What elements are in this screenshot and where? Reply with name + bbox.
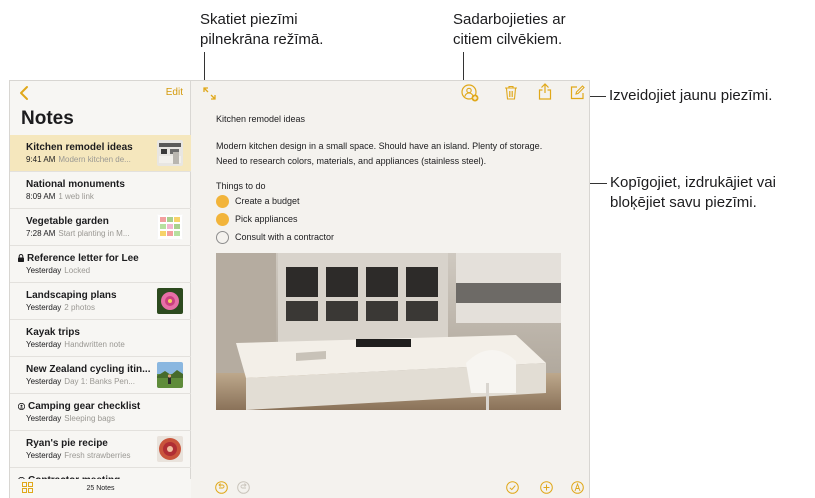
undo-icon[interactable] [215, 481, 228, 494]
note-title: New Zealand cycling itin... [26, 364, 151, 375]
note-title: Vegetable garden [26, 216, 109, 227]
checklist-heading: Things to do [216, 181, 266, 191]
callout-new-note: Izveidojiet jaunu piezīmi. [609, 87, 773, 104]
note-item-camping-gear[interactable]: Camping gear checklist Yesterday Sleeping… [10, 394, 191, 431]
pie-thumbnail [157, 436, 183, 462]
compose-new-note-icon[interactable] [570, 85, 585, 100]
note-meta: 8:09 AM 1 web link [26, 192, 94, 201]
share-icon[interactable] [538, 83, 552, 100]
note-meta: 7:28 AM Start planting in M... [26, 229, 130, 238]
shared-person-icon [18, 403, 25, 410]
note-item-reference-letter[interactable]: Reference letter for Lee Yesterday Locked [10, 246, 191, 283]
collaborate-add-person-icon[interactable] [461, 84, 479, 102]
note-item-nz-cycling[interactable]: New Zealand cycling itin... Yesterday Day… [10, 357, 191, 394]
add-attachment-icon[interactable] [540, 481, 553, 494]
note-title: Kayak trips [26, 327, 80, 338]
checkbox-checked[interactable] [216, 195, 229, 208]
fullscreen-expand-icon[interactable] [203, 87, 216, 100]
note-title: Landscaping plans [26, 290, 117, 301]
flower-thumbnail [157, 288, 183, 314]
note-item-national-monuments[interactable]: National monuments 8:09 AM 1 web link [10, 172, 191, 209]
note-item-pie-recipe[interactable]: Ryan's pie recipe Yesterday Fresh strawbe… [10, 431, 191, 468]
kitchen-thumbnail [157, 140, 183, 166]
sidebar-bottom-bar: 25 Notes [10, 479, 191, 498]
note-meta: 9:41 AM Modern kitchen de... [26, 155, 131, 164]
checkbox-unchecked[interactable] [216, 231, 229, 244]
sidebar-title: Notes [21, 108, 74, 129]
note-title: Ryan's pie recipe [26, 438, 108, 449]
redo-icon[interactable] [237, 481, 250, 494]
sidebar-toolbar: Edit [10, 81, 191, 105]
note-meta: Yesterday Locked [26, 266, 91, 275]
note-meta: Yesterday Handwritten note [26, 340, 125, 349]
checkbox-checked[interactable] [216, 213, 229, 226]
callout-collaborate: Sadarbojieties ar citiem cilvēkiem. [453, 11, 566, 48]
note-meta: Yesterday Day 1: Banks Pen... [26, 377, 135, 386]
ipad-screen: Edit Notes Kitchen remodel ideas 9:41 AM… [9, 80, 590, 498]
note-item-vegetable-garden[interactable]: Vegetable garden 7:28 AM Start planting i… [10, 209, 191, 246]
note-title: Kitchen remodel ideas [26, 142, 133, 153]
note-title: Camping gear checklist [18, 401, 140, 412]
note-editor: Kitchen remodel ideas Modern kitchen des… [191, 81, 589, 498]
notes-sidebar: Edit Notes Kitchen remodel ideas 9:41 AM… [10, 81, 191, 498]
lock-icon [18, 254, 24, 262]
kitchen-photo[interactable] [216, 253, 561, 410]
note-body-text[interactable]: Modern kitchen design in a small space. … [216, 139, 551, 169]
note-count: 25 Notes [86, 485, 115, 492]
note-item-kayak-trips[interactable]: Kayak trips Yesterday Handwritten note [10, 320, 191, 357]
back-chevron-icon[interactable] [18, 85, 32, 101]
cycling-thumbnail [157, 362, 183, 388]
note-title[interactable]: Kitchen remodel ideas [216, 114, 305, 124]
garden-thumbnail [157, 214, 183, 240]
note-meta: Yesterday Fresh strawberries [26, 451, 131, 460]
edit-button[interactable]: Edit [166, 87, 183, 98]
markup-pen-icon[interactable] [571, 481, 584, 494]
trash-icon[interactable] [504, 85, 518, 100]
note-title: National monuments [26, 179, 125, 190]
note-meta: Yesterday 2 photos [26, 303, 95, 312]
checklist-icon[interactable] [506, 481, 519, 494]
note-meta: Yesterday Sleeping bags [26, 414, 116, 423]
note-title: Reference letter for Lee [18, 253, 139, 264]
callout-share: Kopīgojiet, izdrukājiet vai bloķējiet sa… [610, 174, 776, 211]
note-item-kitchen-remodel[interactable]: Kitchen remodel ideas 9:41 AM Modern kitc… [10, 135, 191, 172]
note-list: Kitchen remodel ideas 9:41 AM Modern kitc… [10, 135, 191, 498]
note-item-landscaping-plans[interactable]: Landscaping plans Yesterday 2 photos [10, 283, 191, 320]
callout-fullscreen: Skatiet piezīmi pilnekrāna režīmā. [200, 11, 324, 48]
